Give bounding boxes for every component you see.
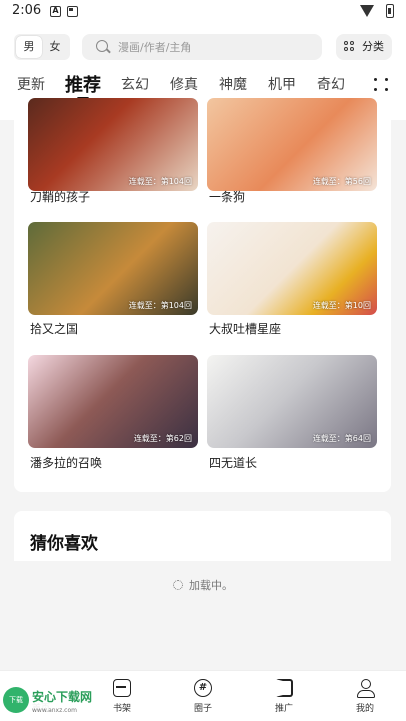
episode-badge: 连载至：第64回	[312, 434, 371, 443]
nav-label: 书架	[112, 704, 131, 714]
episode-badge: 连载至：第104回	[128, 177, 192, 186]
watermark-url: www.anxz.com	[32, 707, 77, 714]
search-icon	[96, 40, 108, 52]
comic-cover[interactable]: 连载至：第56回	[207, 98, 377, 191]
watermark-logo: 下载	[3, 687, 29, 713]
episode-badge: 连载至：第10回	[312, 301, 371, 310]
nav-label: 推广	[274, 704, 293, 714]
status-time: 2:06	[12, 3, 42, 18]
grid-icon	[344, 41, 356, 53]
recommend-card: 连载至：第104回 刀鞘的孩子 连载至：第56回 一条狗 连载至：第104回 拾…	[14, 98, 391, 492]
nav-label: 我的	[355, 704, 374, 714]
section-heading: 猜你喜欢	[30, 534, 98, 554]
episode-badge: 连载至：第62回	[133, 434, 192, 443]
nav-me[interactable]: 我的	[345, 679, 385, 714]
comic-cover[interactable]: 连载至：第104回	[28, 98, 198, 191]
tab-xiuzhen[interactable]: 修真	[170, 74, 198, 94]
battery-icon	[386, 4, 394, 18]
hashtag-icon: #	[194, 679, 212, 697]
category-button[interactable]: 分类	[336, 34, 392, 60]
notification-screen-icon	[67, 6, 78, 17]
guess-section: 猜你喜欢	[14, 511, 391, 561]
tab-jijia[interactable]: 机甲	[268, 74, 296, 94]
episode-badge: 连载至：第104回	[128, 301, 192, 310]
comic-cover[interactable]: 连载至：第104回	[28, 222, 198, 315]
category-label: 分类	[362, 40, 384, 53]
comic-title[interactable]: 大叔吐槽星座	[209, 320, 281, 337]
tab-qihuan[interactable]: 奇幻	[317, 74, 345, 94]
comic-title[interactable]: 一条狗	[209, 188, 245, 205]
watermark: 下载 安心下载网 www.anxz.com	[0, 683, 100, 721]
comic-title[interactable]: 四无道长	[209, 454, 257, 471]
comic-cover[interactable]: 连载至：第64回	[207, 355, 377, 448]
search-input[interactable]: 漫画/作者/主角	[82, 34, 322, 60]
nav-community[interactable]: # 圈子	[183, 679, 223, 714]
status-bar: 2:06 A	[0, 0, 406, 24]
gender-male-option[interactable]: 男	[16, 36, 42, 58]
gender-female-option[interactable]: 女	[42, 36, 68, 58]
more-tabs-icon[interactable]	[374, 76, 390, 92]
notification-a-icon: A	[50, 6, 61, 17]
megaphone-icon	[275, 679, 293, 697]
tab-xuanhuan[interactable]: 玄幻	[121, 74, 149, 94]
gender-switch[interactable]: 男 女	[14, 34, 70, 60]
comic-title[interactable]: 刀鞘的孩子	[30, 188, 90, 205]
tab-shenmo[interactable]: 神魔	[219, 74, 247, 94]
comic-title[interactable]: 潘多拉的召唤	[30, 454, 102, 471]
bookshelf-icon	[113, 679, 131, 697]
nav-bookshelf[interactable]: 书架	[102, 679, 142, 714]
tab-updates[interactable]: 更新	[17, 74, 45, 94]
user-icon	[356, 679, 375, 698]
tab-recommend[interactable]: 推荐	[65, 71, 101, 97]
wifi-icon	[360, 5, 374, 17]
nav-label: 圈子	[193, 704, 212, 714]
nav-promote[interactable]: 推广	[264, 679, 304, 714]
comic-cover[interactable]: 连载至：第10回	[207, 222, 377, 315]
comic-cover[interactable]: 连载至：第62回	[28, 355, 198, 448]
watermark-brand: 安心下载网	[32, 690, 93, 704]
comic-title[interactable]: 拾又之国	[30, 320, 78, 337]
episode-badge: 连载至：第56回	[312, 177, 371, 186]
spinner-icon	[173, 580, 183, 590]
search-placeholder: 漫画/作者/主角	[118, 41, 192, 54]
loading-indicator: 加载中。	[0, 577, 406, 593]
loading-text: 加载中。	[189, 579, 233, 592]
